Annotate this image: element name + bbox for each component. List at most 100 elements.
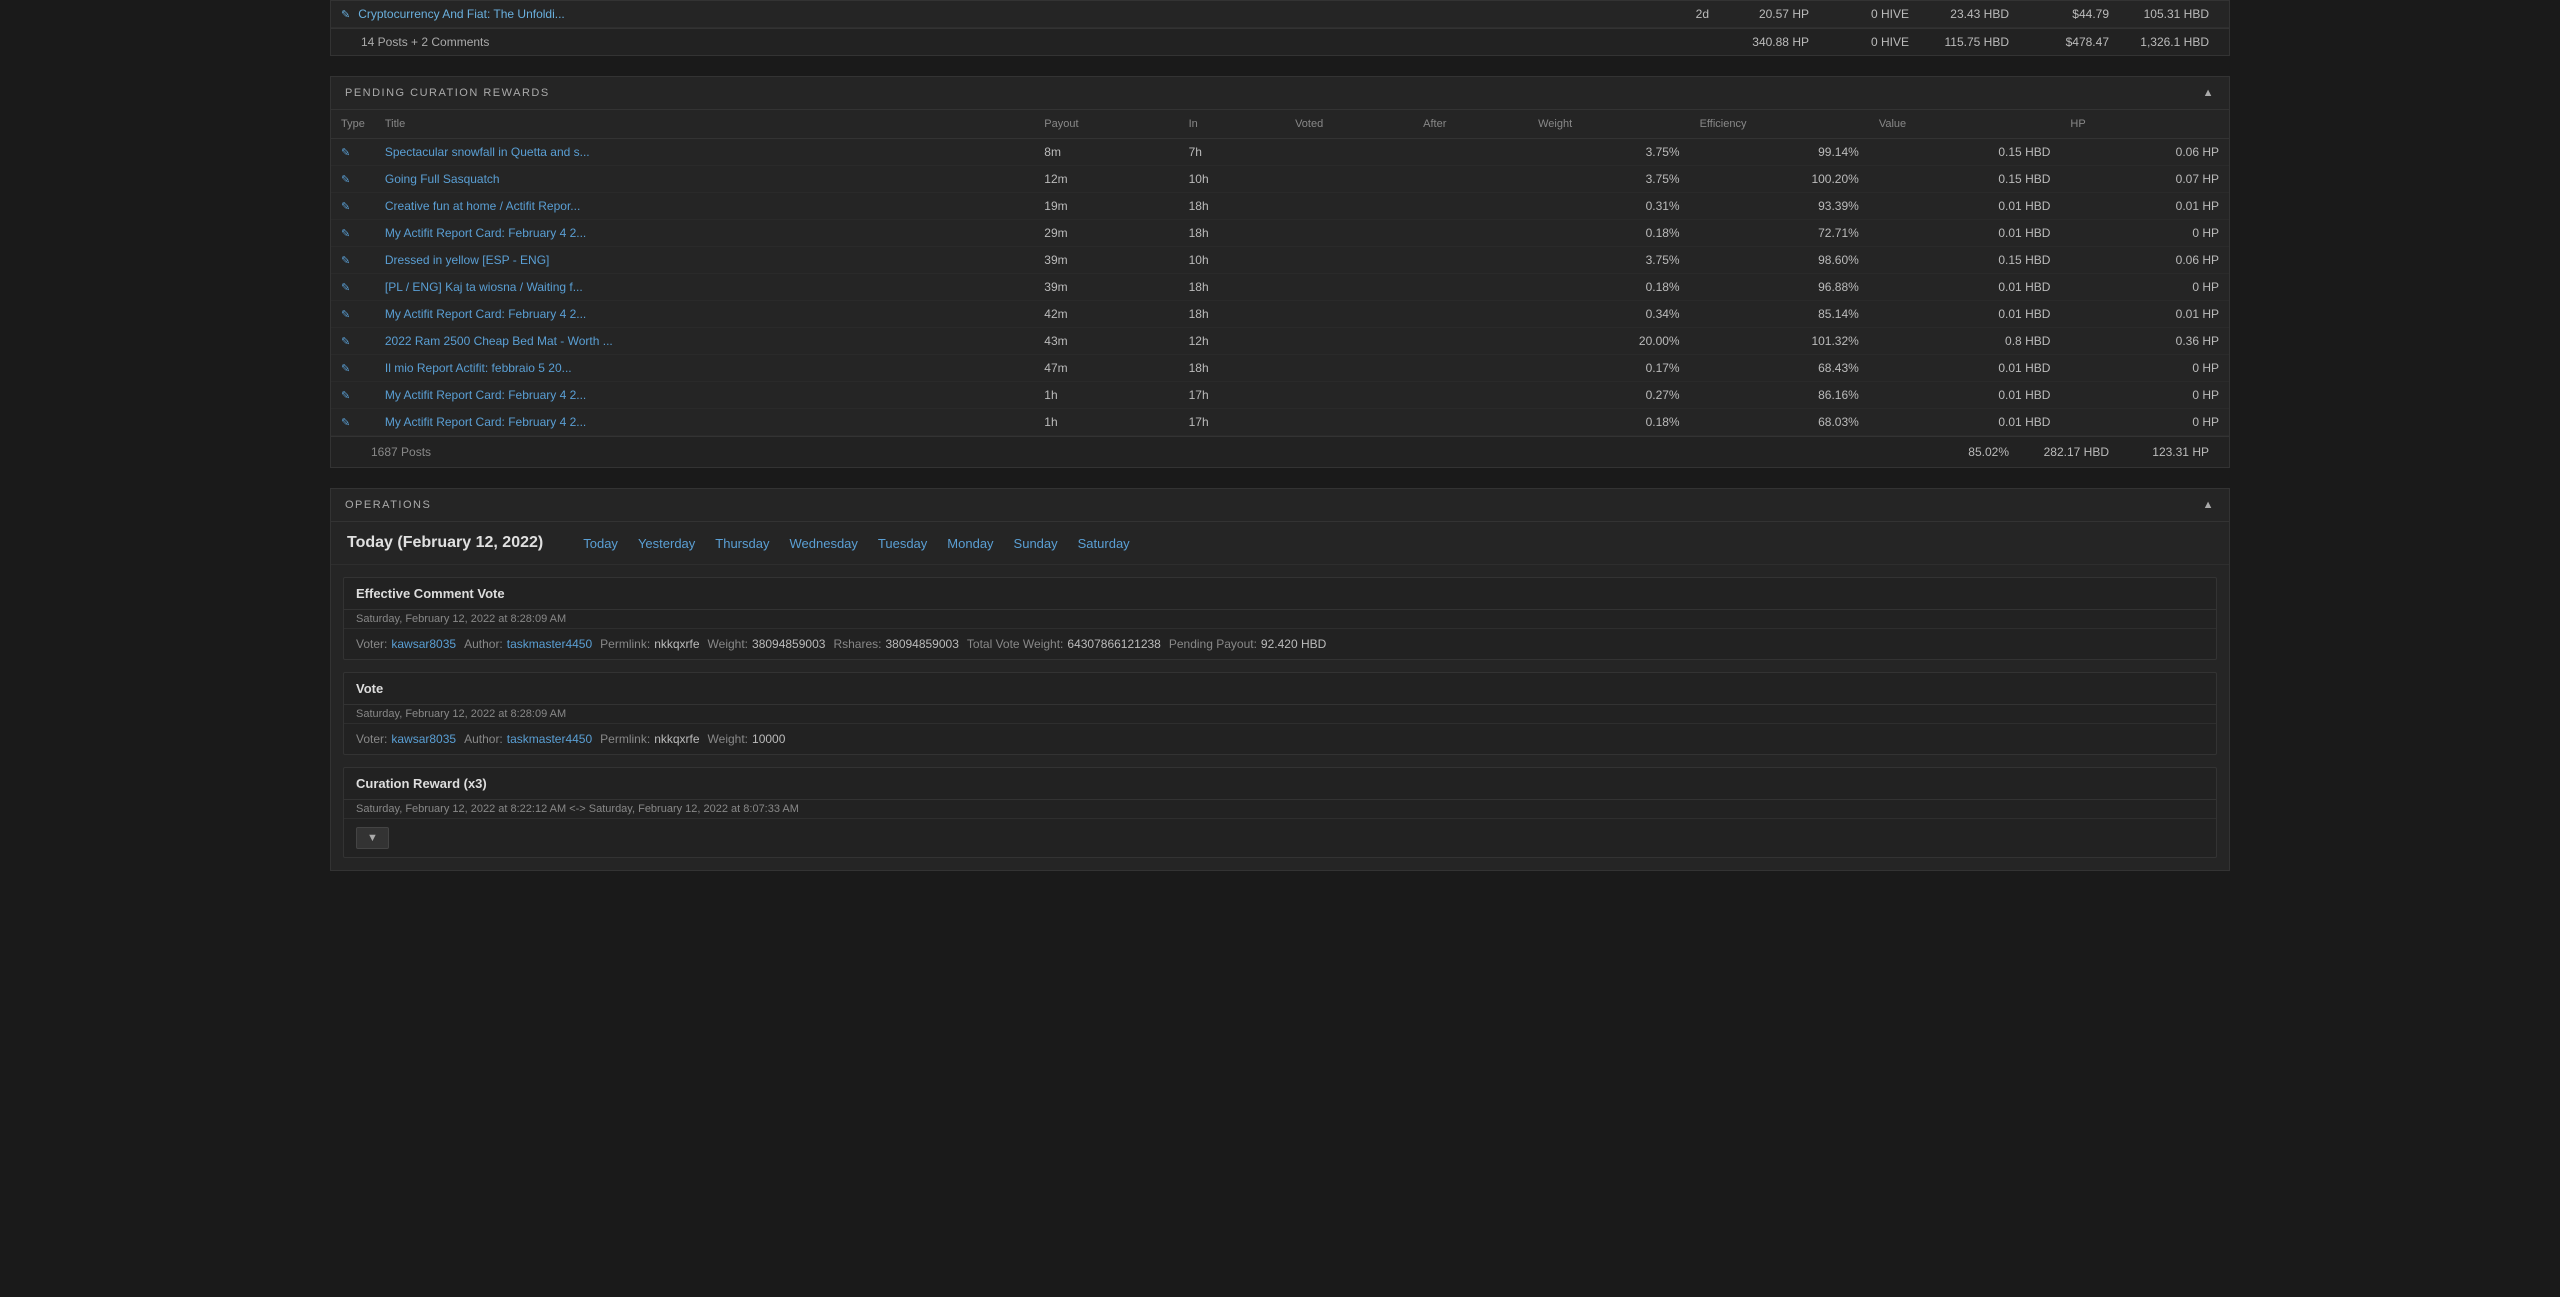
row-value: 0.8 HBD xyxy=(1869,328,2061,355)
row-title-link[interactable]: My Actifit Report Card: February 4 2... xyxy=(385,415,586,429)
nav-sunday[interactable]: Sunday xyxy=(1014,536,1058,551)
op-field-value[interactable]: taskmaster4450 xyxy=(507,637,592,651)
op-field-label: Voter: xyxy=(356,637,387,651)
row-in: 18h xyxy=(1179,193,1285,220)
row-value: 0.15 HBD xyxy=(1869,139,2061,166)
nav-today[interactable]: Today xyxy=(583,536,618,551)
row-after xyxy=(1413,301,1528,328)
row-weight: 0.27% xyxy=(1528,382,1689,409)
row-title[interactable]: Il mio Report Actifit: febbraio 5 20... xyxy=(375,355,1034,382)
pending-curation-title: PENDING CURATION REWARDS xyxy=(345,87,550,99)
row-hp: 0.01 HP xyxy=(2060,301,2229,328)
totals-value: $478.47 xyxy=(2019,35,2119,49)
op-field: Rshares: 38094859003 xyxy=(833,637,958,651)
operations-title: OPERATIONS xyxy=(345,499,431,511)
footer-value: 282.17 HBD xyxy=(2019,445,2119,459)
top-summary-section: ✎ Cryptocurrency And Fiat: The Unfoldi..… xyxy=(330,0,2230,56)
summary-hp: 105.31 HBD xyxy=(2119,7,2219,21)
row-weight: 20.00% xyxy=(1528,328,1689,355)
summary-voted: 20.57 HP xyxy=(1719,7,1819,21)
op-card-type: Curation Reward (x3) xyxy=(344,768,2216,800)
op-card-type: Vote xyxy=(344,673,2216,705)
row-title-link[interactable]: Going Full Sasquatch xyxy=(385,172,500,186)
row-title[interactable]: Dressed in yellow [ESP - ENG] xyxy=(375,247,1034,274)
row-weight: 0.18% xyxy=(1528,274,1689,301)
row-title[interactable]: My Actifit Report Card: February 4 2... xyxy=(375,409,1034,436)
curation-toggle[interactable]: ▼ xyxy=(344,819,2216,857)
nav-yesterday[interactable]: Yesterday xyxy=(638,536,695,551)
row-after xyxy=(1413,166,1528,193)
toggle-button[interactable]: ▼ xyxy=(356,827,389,849)
nav-thursday[interactable]: Thursday xyxy=(715,536,769,551)
row-voted xyxy=(1285,382,1413,409)
row-title-link[interactable]: Dressed in yellow [ESP - ENG] xyxy=(385,253,550,267)
row-title-link[interactable]: Creative fun at home / Actifit Repor... xyxy=(385,199,580,213)
operation-card: Curation Reward (x3) Saturday, February … xyxy=(343,767,2217,858)
row-title-link[interactable]: My Actifit Report Card: February 4 2... xyxy=(385,226,586,240)
footer-efficiency-val: 85.02% xyxy=(1899,445,2019,459)
operations-collapse-btn[interactable]: ▲ xyxy=(2203,499,2215,511)
row-title[interactable]: Creative fun at home / Actifit Repor... xyxy=(375,193,1034,220)
table-row: ✎ My Actifit Report Card: February 4 2..… xyxy=(331,382,2229,409)
row-hp: 0.01 HP xyxy=(2060,193,2229,220)
op-card-timestamp: Saturday, February 12, 2022 at 8:28:09 A… xyxy=(344,705,2216,724)
row-value: 0.01 HBD xyxy=(1869,409,2061,436)
row-efficiency: 101.32% xyxy=(1690,328,1869,355)
row-payout: 42m xyxy=(1034,301,1178,328)
row-title[interactable]: My Actifit Report Card: February 4 2... xyxy=(375,220,1034,247)
row-payout: 19m xyxy=(1034,193,1178,220)
row-icon: ✎ xyxy=(331,355,375,382)
row-title[interactable]: Going Full Sasquatch xyxy=(375,166,1034,193)
row-efficiency: 72.71% xyxy=(1690,220,1869,247)
row-title-link[interactable]: My Actifit Report Card: February 4 2... xyxy=(385,388,586,402)
operation-cards-container: Effective Comment Vote Saturday, Februar… xyxy=(331,577,2229,858)
op-field-label: Pending Payout: xyxy=(1169,637,1257,651)
op-field-value[interactable]: kawsar8035 xyxy=(391,637,456,651)
op-field-value[interactable]: kawsar8035 xyxy=(391,732,456,746)
row-voted xyxy=(1285,247,1413,274)
row-title[interactable]: Spectacular snowfall in Quetta and s... xyxy=(375,139,1034,166)
operation-card: Vote Saturday, February 12, 2022 at 8:28… xyxy=(343,672,2217,755)
row-voted xyxy=(1285,409,1413,436)
row-title-link[interactable]: My Actifit Report Card: February 4 2... xyxy=(385,307,586,321)
summary-title-link[interactable]: Cryptocurrency And Fiat: The Unfoldi... xyxy=(358,7,1619,21)
op-field-label: Author: xyxy=(464,732,503,746)
footer-hp: 123.31 HP xyxy=(2119,445,2219,459)
row-icon: ✎ xyxy=(331,193,375,220)
pending-curation-collapse-btn[interactable]: ▲ xyxy=(2203,87,2215,99)
op-card-timestamp: Saturday, February 12, 2022 at 8:22:12 A… xyxy=(344,800,2216,819)
row-efficiency: 96.88% xyxy=(1690,274,1869,301)
op-field-value: 38094859003 xyxy=(752,637,825,651)
row-title[interactable]: My Actifit Report Card: February 4 2... xyxy=(375,382,1034,409)
row-payout: 1h xyxy=(1034,382,1178,409)
nav-wednesday[interactable]: Wednesday xyxy=(789,536,857,551)
row-title[interactable]: 2022 Ram 2500 Cheap Bed Mat - Worth ... xyxy=(375,328,1034,355)
row-icon: ✎ xyxy=(331,301,375,328)
row-weight: 3.75% xyxy=(1528,139,1689,166)
row-in: 10h xyxy=(1179,166,1285,193)
row-voted xyxy=(1285,328,1413,355)
row-payout: 39m xyxy=(1034,247,1178,274)
curation-footer: 1687 Posts 85.02% 282.17 HBD 123.31 HP xyxy=(331,436,2229,467)
nav-monday[interactable]: Monday xyxy=(947,536,993,551)
row-value: 0.01 HBD xyxy=(1869,220,2061,247)
row-title-link[interactable]: Il mio Report Actifit: febbraio 5 20... xyxy=(385,361,572,375)
row-title[interactable]: My Actifit Report Card: February 4 2... xyxy=(375,301,1034,328)
table-header-row: Type Title Payout In Voted After Weight … xyxy=(331,110,2229,139)
row-voted xyxy=(1285,193,1413,220)
row-title-link[interactable]: 2022 Ram 2500 Cheap Bed Mat - Worth ... xyxy=(385,334,613,348)
table-row: ✎ Dressed in yellow [ESP - ENG] 39m 10h … xyxy=(331,247,2229,274)
op-field-label: Weight: xyxy=(708,637,748,651)
nav-tuesday[interactable]: Tuesday xyxy=(878,536,927,551)
totals-hive: 0 HIVE xyxy=(1819,35,1919,49)
nav-saturday[interactable]: Saturday xyxy=(1078,536,1130,551)
op-field-label: Permlink: xyxy=(600,637,650,651)
row-after xyxy=(1413,220,1528,247)
row-icon: ✎ xyxy=(331,274,375,301)
row-title-link[interactable]: Spectacular snowfall in Quetta and s... xyxy=(385,145,590,159)
row-title[interactable]: [PL / ENG] Kaj ta wiosna / Waiting f... xyxy=(375,274,1034,301)
row-title-link[interactable]: [PL / ENG] Kaj ta wiosna / Waiting f... xyxy=(385,280,583,294)
op-field-value[interactable]: taskmaster4450 xyxy=(507,732,592,746)
pending-curation-table-container[interactable]: Type Title Payout In Voted After Weight … xyxy=(331,110,2229,436)
row-in: 18h xyxy=(1179,274,1285,301)
